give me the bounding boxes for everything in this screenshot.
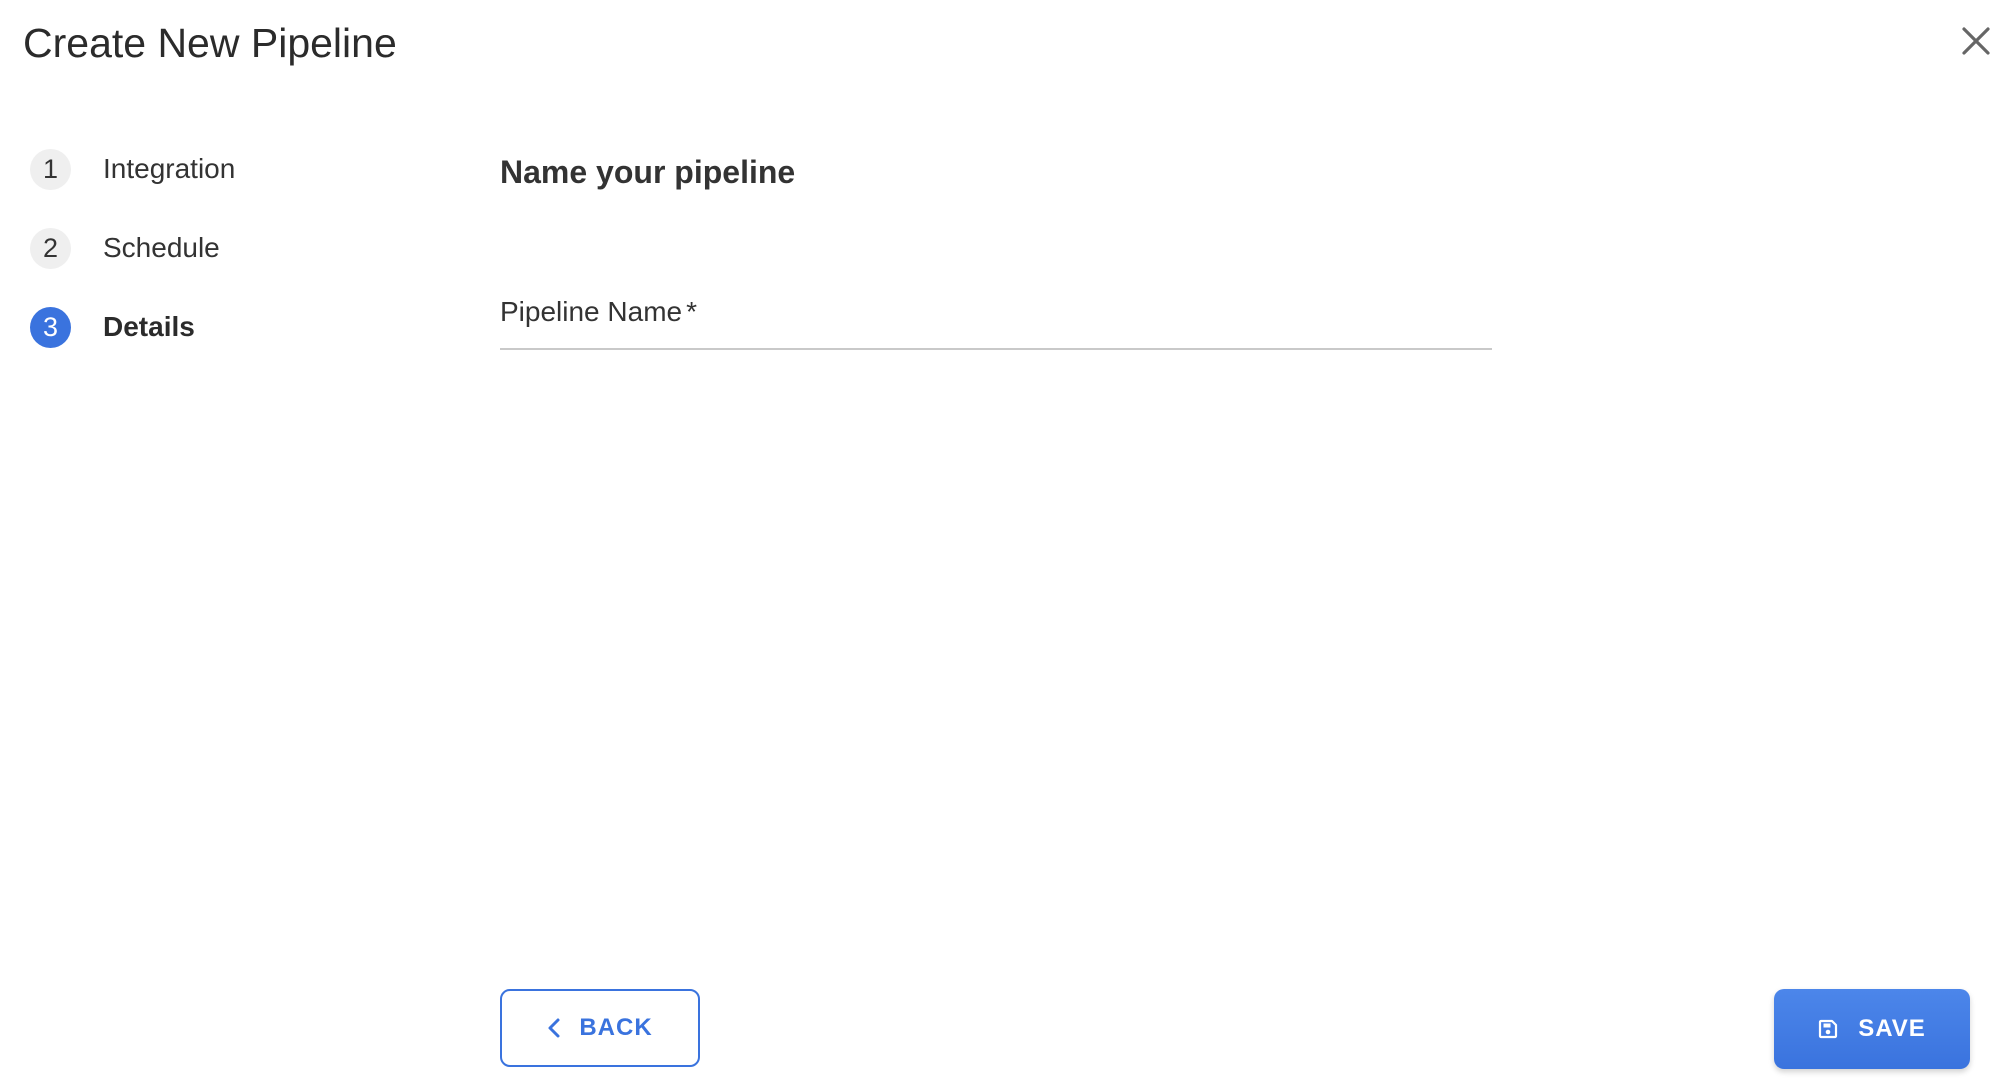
save-button[interactable]: SAVE [1774,989,1970,1069]
step-label: Integration [103,153,236,184]
step-details[interactable]: 3 Details [30,306,235,348]
pipeline-name-field: Pipeline Name * [500,290,1492,350]
back-label: BACK [579,1014,653,1041]
save-icon [1818,1019,1838,1039]
step-number: 1 [30,148,71,190]
close-button[interactable] [1955,20,1997,62]
step-label: Details [103,311,195,342]
back-button[interactable]: BACK [500,989,700,1067]
section-title: Name your pipeline [500,154,796,190]
chevron-left-icon [547,1017,561,1039]
save-label: SAVE [1858,1015,1926,1042]
step-number: 3 [30,306,71,348]
pipeline-name-input[interactable] [500,290,1492,350]
close-icon [1962,27,1990,55]
step-integration[interactable]: 1 Integration [30,148,235,190]
step-schedule[interactable]: 2 Schedule [30,227,235,269]
step-label: Schedule [103,232,220,263]
dialog-title: Create New Pipeline [23,20,397,66]
stepper: 1 Integration 2 Schedule 3 Details [30,148,235,385]
step-number: 2 [30,227,71,269]
